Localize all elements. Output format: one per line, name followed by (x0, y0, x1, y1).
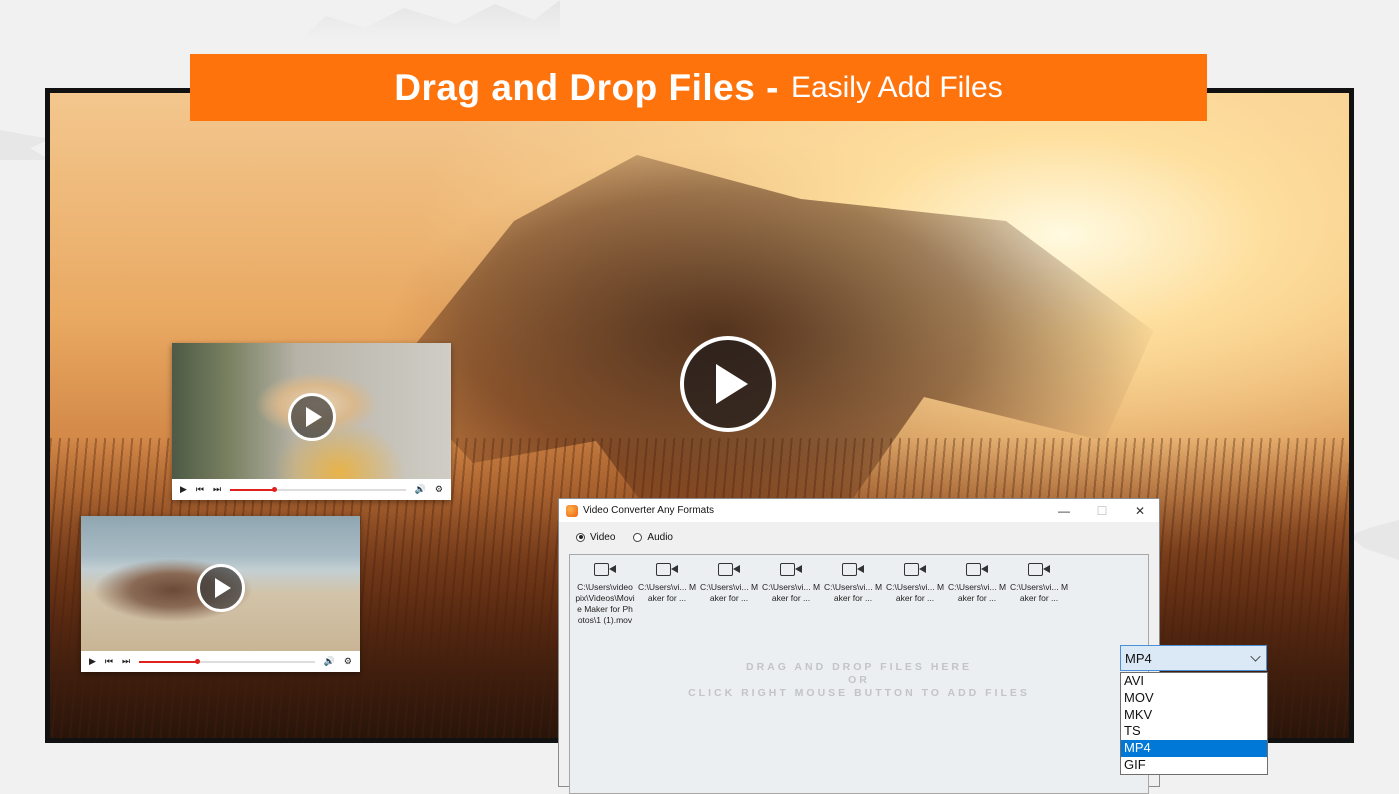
format-option[interactable]: MOV (1121, 690, 1267, 707)
banner-subtitle: Easily Add Files (790, 70, 1003, 104)
radio-indicator[interactable] (633, 532, 643, 542)
skip-back-icon[interactable]: ⏮ (196, 484, 204, 495)
radio-video-label: Video (590, 531, 616, 543)
volume-icon[interactable]: 🔊 (415, 484, 426, 495)
mini-play-button[interactable] (288, 393, 336, 441)
play-icon (306, 407, 322, 427)
video-camera-icon (966, 563, 988, 576)
file-item[interactable]: C:\Users\vi... Maker for ... (698, 563, 760, 626)
converter-window: Video Converter Any Formats — ☐ ✕ Video … (558, 498, 1160, 794)
radio-indicator[interactable] (576, 532, 585, 542)
video-camera-icon (656, 563, 678, 576)
volume-icon[interactable]: 🔊 (324, 656, 335, 667)
video-camera-icon (594, 563, 616, 576)
file-item[interactable]: C:\Users\vi... Maker for ... (822, 563, 884, 626)
file-item[interactable]: C:\Users\vi... Maker for ... (1008, 563, 1070, 626)
format-option[interactable]: MKV (1121, 707, 1267, 724)
file-item[interactable]: C:\Users\vi... Maker for ... (760, 563, 822, 626)
video-camera-icon (1028, 563, 1050, 576)
play-button[interactable] (680, 336, 776, 432)
file-path: C:\Users\vi... Maker for ... (699, 582, 759, 603)
gear-icon[interactable]: ⚙ (435, 484, 443, 495)
window-title: Video Converter Any Formats (583, 505, 714, 516)
app-logo-icon (566, 504, 578, 517)
file-path: C:\Users\vi... Maker for ... (885, 582, 945, 603)
file-path: C:\Users\vi... Maker for ... (1009, 582, 1069, 603)
format-select[interactable]: MP4 (1120, 645, 1267, 671)
torn-paper-edge (300, 0, 560, 40)
mini-video-player: ▶ ⏮ ⏭ 🔊 ⚙ (81, 516, 360, 672)
radio-video[interactable]: Video (576, 532, 615, 543)
video-camera-icon (780, 563, 802, 576)
seek-bar[interactable] (230, 486, 406, 492)
radio-audio-label: Audio (647, 531, 673, 543)
format-option[interactable]: TS (1121, 723, 1267, 740)
format-option[interactable]: GIF (1121, 757, 1267, 774)
format-option[interactable]: AVI (1121, 673, 1267, 690)
play-icon[interactable]: ▶ (180, 484, 187, 495)
minimize-button[interactable]: — (1045, 499, 1083, 522)
file-item[interactable]: C:\Users\vi... Maker for ... (636, 563, 698, 626)
skip-forward-icon[interactable]: ⏭ (122, 656, 130, 667)
radio-audio[interactable]: Audio (633, 532, 673, 543)
skip-back-icon[interactable]: ⏮ (105, 656, 113, 667)
promo-banner: Drag and Drop Files - Easily Add Files (190, 54, 1207, 121)
drop-hint: DRAG AND DROP FILES HERE OR CLICK RIGHT … (570, 661, 1148, 700)
mini-play-button[interactable] (197, 564, 245, 612)
seek-progress (230, 488, 275, 491)
chevron-down-icon (1250, 651, 1261, 662)
seek-knob[interactable] (195, 658, 201, 664)
torn-paper-edge (0, 130, 50, 160)
player-controls: ▶ ⏮ ⏭ 🔊 ⚙ (81, 651, 360, 672)
banner-title: Drag and Drop Files - (394, 66, 779, 108)
file-item[interactable]: C:\Users\vi... Maker for ... (884, 563, 946, 626)
file-path: C:\Users\videopix\Videos\Movie Maker for… (575, 582, 635, 625)
gear-icon[interactable]: ⚙ (344, 656, 352, 667)
torn-paper-edge (1349, 520, 1399, 560)
file-drop-area[interactable]: C:\Users\videopix\Videos\Movie Maker for… (569, 554, 1149, 794)
maximize-button[interactable]: ☐ (1083, 499, 1121, 522)
file-item[interactable]: C:\Users\videopix\Videos\Movie Maker for… (574, 563, 636, 626)
format-select-value: MP4 (1125, 650, 1152, 666)
file-item[interactable]: C:\Users\vi... Maker for ... (946, 563, 1008, 626)
format-option[interactable]: MP4 (1121, 740, 1267, 757)
drop-hint-line: OR (848, 674, 870, 686)
player-controls: ▶ ⏮ ⏭ 🔊 ⚙ (172, 479, 451, 500)
file-path: C:\Users\vi... Maker for ... (947, 582, 1007, 603)
play-icon (716, 364, 748, 404)
file-path: C:\Users\vi... Maker for ... (823, 582, 883, 603)
seek-progress (139, 660, 198, 663)
video-camera-icon (904, 563, 926, 576)
window-titlebar[interactable]: Video Converter Any Formats — ☐ ✕ (559, 499, 1159, 522)
seek-bar[interactable] (139, 658, 315, 664)
drop-hint-line: DRAG AND DROP FILES HERE (745, 661, 972, 673)
file-path: C:\Users\vi... Maker for ... (761, 582, 821, 603)
seek-knob[interactable] (272, 486, 278, 492)
video-camera-icon (718, 563, 740, 576)
media-type-group: Video Audio (559, 522, 1159, 552)
mini-video-player: ▶ ⏮ ⏭ 🔊 ⚙ (172, 343, 451, 500)
video-camera-icon (842, 563, 864, 576)
format-options-list: AVI MOV MKV TS MP4 GIF (1120, 672, 1268, 775)
drop-hint-line: CLICK RIGHT MOUSE BUTTON TO ADD FILES (688, 687, 1030, 699)
close-button[interactable]: ✕ (1121, 499, 1159, 522)
skip-forward-icon[interactable]: ⏭ (213, 484, 221, 495)
file-list: C:\Users\videopix\Videos\Movie Maker for… (570, 555, 1148, 626)
play-icon[interactable]: ▶ (89, 656, 96, 667)
play-icon (215, 578, 231, 598)
file-path: C:\Users\vi... Maker for ... (637, 582, 697, 603)
